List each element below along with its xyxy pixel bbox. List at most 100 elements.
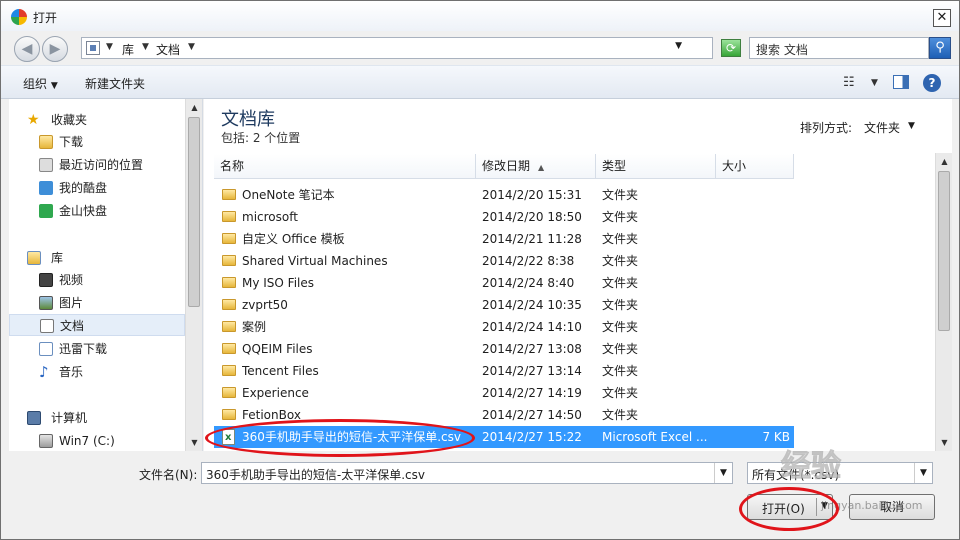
file-type: 文件夹 <box>602 276 639 290</box>
file-date: 2014/2/27 15:22 <box>482 430 582 444</box>
refresh-button[interactable]: ⟳ <box>721 39 741 57</box>
open-label: 打开(O) <box>762 502 805 516</box>
file-list-scrollbar[interactable]: ▲ ▼ <box>935 153 952 451</box>
watermark-logo: 经验 <box>781 449 842 485</box>
file-type: 文件夹 <box>602 254 639 268</box>
file-date: 2014/2/20 15:31 <box>482 188 582 202</box>
folder-icon <box>222 211 236 222</box>
chevron-down-icon[interactable]: ▼ <box>714 463 732 483</box>
address-history-dropdown[interactable]: ▼ <box>675 41 682 51</box>
nav-item-recent[interactable]: 最近访问的位置 <box>9 154 185 176</box>
file-row[interactable]: QQEIM Files 2014/2/27 13:08 文件夹 <box>214 338 794 360</box>
chevron-down-icon[interactable]: ▼ <box>106 42 113 52</box>
search-icon[interactable]: ⚲ <box>929 37 951 59</box>
nav-computer[interactable]: 计算机 <box>9 407 185 429</box>
chevron-down-icon[interactable]: ▼ <box>142 42 149 52</box>
arrange-by-dropdown[interactable]: 文件夹 <box>864 119 900 136</box>
folder-icon <box>222 343 236 354</box>
scroll-thumb[interactable] <box>188 117 200 307</box>
file-type: 文件夹 <box>602 232 639 246</box>
file-row[interactable]: FetionBox 2014/2/27 14:50 文件夹 <box>214 404 794 426</box>
nav-item-xunlei[interactable]: 迅雷下载 <box>9 338 185 360</box>
nav-item-kuaipan[interactable]: 金山快盘 <box>9 200 185 222</box>
column-header-name[interactable]: 名称 <box>214 154 476 179</box>
video-icon <box>39 273 53 287</box>
scroll-down-icon[interactable]: ▼ <box>186 434 203 451</box>
file-date: 2014/2/27 14:19 <box>482 386 582 400</box>
chevron-down-icon[interactable]: ▼ <box>908 121 915 131</box>
file-list-pane: 文档库 包括: 2 个位置 排列方式: 文件夹 ▼ 名称 修改日期 ▲ 类型 大… <box>204 99 952 451</box>
nav-libraries[interactable]: 库 <box>9 247 185 269</box>
search-input[interactable]: 搜索 文档 <box>749 37 929 59</box>
scroll-down-icon[interactable]: ▼ <box>936 434 953 451</box>
preview-pane-icon[interactable] <box>893 75 909 89</box>
view-options-icon[interactable]: ☷ <box>843 75 855 90</box>
file-date: 2014/2/27 14:50 <box>482 408 582 422</box>
chevron-down-icon[interactable]: ▼ <box>871 78 878 88</box>
folder-icon <box>222 233 236 244</box>
folder-icon <box>222 321 236 332</box>
kuaipan-icon <box>39 204 53 218</box>
nav-favorites[interactable]: ★ 收藏夹 <box>9 109 185 131</box>
close-button[interactable]: ✕ <box>933 9 951 27</box>
file-row[interactable]: Experience 2014/2/27 14:19 文件夹 <box>214 382 794 404</box>
help-icon[interactable]: ? <box>923 74 941 92</box>
nav-item-downloads[interactable]: 下载 <box>9 131 185 153</box>
scroll-up-icon[interactable]: ▲ <box>186 99 203 116</box>
column-header-date[interactable]: 修改日期 <box>476 154 596 179</box>
folder-icon <box>222 277 236 288</box>
file-row[interactable]: Shared Virtual Machines 2014/2/22 8:38 文… <box>214 250 794 272</box>
file-name: 自定义 Office 模板 <box>242 232 345 246</box>
library-subtitle: 包括: 2 个位置 <box>221 131 301 145</box>
title-bar: 打开 ✕ <box>1 1 959 31</box>
organize-button[interactable]: 组织 ▼ <box>23 75 58 92</box>
filename-input[interactable]: 360手机助手导出的短信-太平洋保单.csv ▼ <box>201 462 733 484</box>
nav-item-videos[interactable]: 视频 <box>9 269 185 291</box>
library-icon <box>86 41 100 55</box>
file-row[interactable]: Tencent Files 2014/2/27 13:14 文件夹 <box>214 360 794 382</box>
file-row[interactable]: 自定义 Office 模板 2014/2/21 11:28 文件夹 <box>214 228 794 250</box>
column-header-type[interactable]: 类型 <box>596 154 716 179</box>
forward-button[interactable]: ▶ <box>42 36 68 62</box>
file-date: 2014/2/24 10:35 <box>482 298 582 312</box>
file-date: 2014/2/24 14:10 <box>482 320 582 334</box>
nav-label: 最近访问的位置 <box>59 158 144 172</box>
nav-item-music[interactable]: ♪ 音乐 <box>9 361 185 383</box>
kupan-icon <box>39 181 53 195</box>
chevron-down-icon[interactable]: ▼ <box>914 463 932 483</box>
filename-label: 文件名(N): <box>139 468 198 482</box>
file-row[interactable]: OneNote 笔记本 2014/2/20 15:31 文件夹 <box>214 184 794 206</box>
folder-icon <box>39 135 53 149</box>
file-row[interactable]: 案例 2014/2/24 14:10 文件夹 <box>214 316 794 338</box>
file-row-selected[interactable]: 360手机助手导出的短信-太平洋保单.csv 2014/2/27 15:22 M… <box>214 426 794 449</box>
folder-icon <box>222 189 236 200</box>
file-row[interactable]: zvprt50 2014/2/24 10:35 文件夹 <box>214 294 794 316</box>
back-button[interactable]: ◀ <box>14 36 40 62</box>
window-title: 打开 <box>33 11 58 25</box>
scroll-thumb[interactable] <box>938 171 950 331</box>
nav-scrollbar[interactable]: ▲ ▼ <box>185 99 202 451</box>
nav-label: Win7 (C:) <box>59 434 115 448</box>
nav-item-drive-c[interactable]: Win7 (C:) <box>9 430 185 451</box>
file-type: 文件夹 <box>602 364 639 378</box>
file-row[interactable]: microsoft 2014/2/20 18:50 文件夹 <box>214 206 794 228</box>
new-folder-button[interactable]: 新建文件夹 <box>85 75 145 92</box>
chevron-down-icon[interactable]: ▼ <box>188 42 195 52</box>
command-toolbar: 组织 ▼ 新建文件夹 ☷ ▼ ? <box>1 65 959 99</box>
file-name: Tencent Files <box>242 364 319 378</box>
breadcrumb-library[interactable]: 库 <box>122 41 134 58</box>
file-name: 案例 <box>242 320 267 334</box>
nav-item-kupan[interactable]: 我的酷盘 <box>9 177 185 199</box>
breadcrumb-documents[interactable]: 文档 <box>156 41 180 58</box>
scroll-up-icon[interactable]: ▲ <box>936 153 953 170</box>
file-name: 360手机助手导出的短信-太平洋保单.csv <box>242 430 462 444</box>
folder-icon <box>222 387 236 398</box>
address-bar[interactable]: ▼ 库 ▼ 文档 ▼ ▼ <box>81 37 713 59</box>
file-type: 文件夹 <box>602 342 639 356</box>
file-date: 2014/2/27 13:14 <box>482 364 582 378</box>
nav-item-documents[interactable]: 文档 <box>9 314 185 336</box>
file-row[interactable]: My ISO Files 2014/2/24 8:40 文件夹 <box>214 272 794 294</box>
column-header-size[interactable]: 大小 <box>716 154 794 179</box>
star-icon: ★ <box>27 112 40 128</box>
nav-item-pictures[interactable]: 图片 <box>9 292 185 314</box>
